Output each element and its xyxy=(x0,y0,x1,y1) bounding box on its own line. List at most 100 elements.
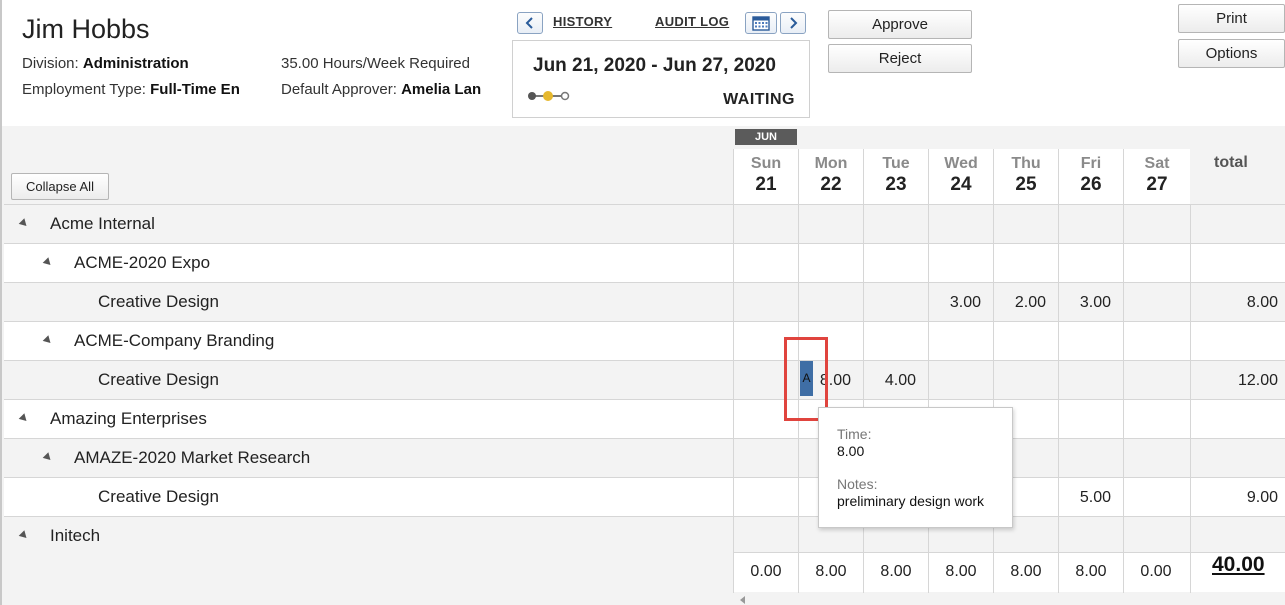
time-cell[interactable] xyxy=(1123,283,1188,321)
day-number: 24 xyxy=(950,174,972,195)
time-cell[interactable] xyxy=(798,283,863,321)
day-total: 8.00 xyxy=(928,553,993,593)
project-row[interactable]: ACME-2020 Expo xyxy=(4,243,1285,282)
day-header-fri: Fri 26 xyxy=(1058,149,1123,204)
row-total: 9.00 xyxy=(1190,478,1285,516)
history-link[interactable]: HISTORY xyxy=(553,14,612,29)
time-cell[interactable] xyxy=(733,478,798,516)
time-cell[interactable] xyxy=(733,244,798,282)
previous-period-button[interactable] xyxy=(517,12,543,34)
time-cell[interactable] xyxy=(993,322,1058,360)
time-cell[interactable] xyxy=(1123,517,1188,555)
time-cell[interactable] xyxy=(863,244,928,282)
row-total xyxy=(1190,439,1285,477)
time-cell[interactable] xyxy=(928,322,993,360)
month-tag: JUN xyxy=(735,129,797,145)
time-cell[interactable] xyxy=(1123,322,1188,360)
approve-button[interactable]: Approve xyxy=(828,10,972,39)
time-cell[interactable] xyxy=(863,205,928,243)
time-cell[interactable] xyxy=(928,244,993,282)
task-row[interactable]: Creative Design 3.00 2.00 3.00 8.00 xyxy=(4,282,1285,321)
collapse-all-button[interactable]: Collapse All xyxy=(11,173,109,200)
collapse-triangle-icon[interactable] xyxy=(42,257,54,268)
division-label: Division: xyxy=(22,55,79,72)
time-cell[interactable] xyxy=(1058,517,1123,555)
time-cell[interactable] xyxy=(928,205,993,243)
time-cell[interactable] xyxy=(1123,478,1188,516)
chevron-right-icon xyxy=(790,17,798,29)
time-cell[interactable]: 3.00 xyxy=(1058,283,1123,321)
scroll-left-arrow[interactable] xyxy=(740,596,745,604)
print-button[interactable]: Print xyxy=(1178,4,1285,33)
time-cell[interactable] xyxy=(798,244,863,282)
time-cell[interactable] xyxy=(1123,400,1188,438)
day-total: 8.00 xyxy=(863,553,928,593)
period-status: WAITING xyxy=(723,91,795,108)
collapse-triangle-icon[interactable] xyxy=(18,413,30,424)
time-cell[interactable] xyxy=(928,361,993,399)
time-cell[interactable]: 5.00 xyxy=(1058,478,1123,516)
employment-type-label: Employment Type: xyxy=(22,81,146,98)
time-cell[interactable]: 2.00 xyxy=(993,283,1058,321)
division-info: Division: Administration xyxy=(22,55,262,72)
time-cell[interactable] xyxy=(733,439,798,477)
options-button[interactable]: Options xyxy=(1178,39,1285,68)
tooltip-time-label: Time: xyxy=(837,426,872,442)
time-cell[interactable] xyxy=(733,205,798,243)
time-cell[interactable]: 3.00 xyxy=(928,283,993,321)
time-cell[interactable] xyxy=(863,322,928,360)
time-cell[interactable] xyxy=(1123,361,1188,399)
time-cell[interactable] xyxy=(1058,361,1123,399)
employment-type-value: Full-Time En xyxy=(150,81,240,98)
client-row[interactable]: Amazing Enterprises xyxy=(4,399,1285,438)
time-cell[interactable] xyxy=(798,205,863,243)
period-range: Jun 21, 2020 - Jun 27, 2020 xyxy=(533,55,776,76)
client-row[interactable]: Acme Internal xyxy=(4,204,1285,243)
collapse-triangle-icon[interactable] xyxy=(42,452,54,463)
time-cell[interactable] xyxy=(1123,205,1188,243)
task-row[interactable]: Creative Design 5.00 9.00 xyxy=(4,477,1285,516)
row-label: Creative Design xyxy=(98,487,219,506)
hours-required: 35.00 Hours/Week Required xyxy=(281,55,470,72)
day-total: 0.00 xyxy=(733,553,798,593)
day-name: Fri xyxy=(1080,155,1102,172)
time-cell[interactable] xyxy=(993,205,1058,243)
time-cell[interactable]: 4.00 xyxy=(863,361,928,399)
task-row[interactable]: Creative Design 8.00 4.00 12.00 xyxy=(4,360,1285,399)
employment-type-info: Employment Type: Full-Time En xyxy=(22,81,258,98)
project-row[interactable]: ACME-Company Branding xyxy=(4,321,1285,360)
audit-log-link[interactable]: AUDIT LOG xyxy=(655,14,729,29)
time-cell[interactable] xyxy=(1123,244,1188,282)
day-name: Mon xyxy=(814,155,848,172)
collapse-triangle-icon[interactable] xyxy=(18,530,30,541)
project-row[interactable]: AMAZE-2020 Market Research xyxy=(4,438,1285,477)
day-name: Sun xyxy=(750,155,782,172)
time-cell[interactable] xyxy=(1058,322,1123,360)
time-cell[interactable] xyxy=(863,283,928,321)
reject-button[interactable]: Reject xyxy=(828,44,972,73)
row-total: 12.00 xyxy=(1190,361,1285,399)
calendar-button[interactable] xyxy=(745,12,777,34)
next-period-button[interactable] xyxy=(780,12,806,34)
time-cell[interactable] xyxy=(993,244,1058,282)
time-cell[interactable] xyxy=(1058,205,1123,243)
time-cell[interactable] xyxy=(993,361,1058,399)
day-header-mon: Mon 22 xyxy=(798,149,863,204)
chevron-left-icon xyxy=(525,17,533,29)
collapse-triangle-icon[interactable] xyxy=(18,218,30,229)
collapse-triangle-icon[interactable] xyxy=(42,335,54,346)
row-label: Acme Internal xyxy=(50,214,155,233)
time-cell[interactable] xyxy=(1123,439,1188,477)
time-cell[interactable] xyxy=(1058,439,1123,477)
time-cell[interactable] xyxy=(733,283,798,321)
day-header-sat: Sat 27 xyxy=(1123,149,1190,204)
day-number: 22 xyxy=(820,174,842,195)
time-cell[interactable] xyxy=(1058,244,1123,282)
calendar-icon xyxy=(752,16,770,31)
time-cell[interactable] xyxy=(1058,400,1123,438)
client-row[interactable]: Initech xyxy=(4,516,1285,555)
time-entry-tooltip: Time: 8.00 Notes: preliminary design wor… xyxy=(818,407,1013,528)
row-label: Amazing Enterprises xyxy=(50,409,207,428)
time-cell[interactable] xyxy=(733,517,798,555)
tooltip-time-value: 8.00 xyxy=(837,443,865,459)
